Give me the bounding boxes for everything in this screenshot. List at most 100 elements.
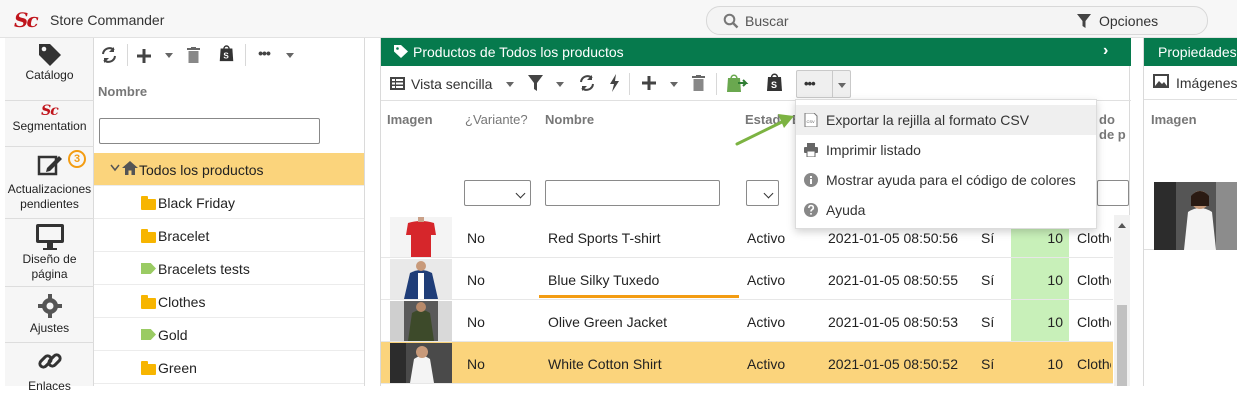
tree-item-root[interactable]: Todos los productos [94, 153, 364, 186]
nav-links[interactable]: Enlaces [5, 342, 94, 393]
search-placeholder[interactable]: Buscar [745, 13, 789, 29]
more-options-icon[interactable]: ••• [254, 44, 274, 62]
tag-icon [394, 45, 408, 58]
scroll-up-icon[interactable] [1118, 223, 1126, 228]
table-row[interactable]: No White Cotton Shirt Activo 2021-01-05 … [381, 342, 1113, 384]
variant-cell: No [467, 356, 485, 372]
table-row[interactable]: No Olive Green Jacket Activo 2021-01-05 … [381, 300, 1113, 342]
shopify-export-icon[interactable] [726, 73, 750, 93]
trash-icon[interactable] [187, 46, 200, 64]
chevron-down-icon[interactable] [670, 82, 678, 87]
nav-catalog-label: Catálogo [25, 68, 74, 82]
product-image[interactable] [1154, 182, 1237, 250]
status-filter-select[interactable] [746, 180, 779, 206]
more-options-button[interactable]: ••• [796, 70, 851, 98]
extra-filter-input[interactable] [1097, 180, 1129, 206]
menu-item-label: Exportar la rejilla al formato CSV [826, 112, 1030, 128]
filter-icon[interactable] [528, 75, 543, 91]
variant-cell: No [467, 230, 485, 246]
nav-settings-label: Ajustes [29, 321, 70, 335]
name-cell: White Cotton Shirt [548, 356, 662, 372]
category-cell: Clothes [1077, 272, 1111, 288]
category-cell: Clothes [1077, 314, 1111, 330]
scrollbar-thumb[interactable] [1117, 305, 1127, 386]
products-panel-header: Productos de Todos los productos › [381, 38, 1131, 66]
menu-item-label: Mostrar ayuda para el código de colores [826, 172, 1076, 188]
tree-item-label: Green [158, 360, 197, 376]
tab-images[interactable]: Imágenes [1176, 75, 1237, 91]
tree-item-green[interactable]: Green [94, 351, 364, 384]
tree-column-header: Nombre [98, 84, 148, 99]
name-filter-input[interactable] [545, 180, 720, 206]
column-header-image[interactable]: Imagen [1151, 112, 1197, 127]
toolbar-divider [127, 44, 128, 66]
date-cell: 2021-01-05 08:50:56 [828, 230, 958, 246]
column-header-name[interactable]: Nombre [545, 112, 594, 127]
column-header-image[interactable]: Imagen [387, 112, 433, 127]
product-image [390, 343, 452, 383]
table-row[interactable]: No Blue Silky Tuxedo Activo 2021-01-05 0… [381, 258, 1113, 300]
tree-item-clothes[interactable]: Clothes [94, 285, 364, 318]
tree-item-bracelets-tests[interactable]: Bracelets tests [94, 252, 364, 285]
filter-icon [1077, 14, 1091, 28]
column-header-variant[interactable]: ¿Variante? [465, 112, 528, 127]
menu-item-export-csv[interactable]: CSV Exportar la rejilla al formato CSV [796, 105, 1096, 135]
edit-icon [37, 155, 62, 176]
quantity-cell: 10 [1011, 300, 1069, 341]
nav-page-design[interactable]: Diseño de página [5, 218, 94, 284]
add-icon[interactable] [642, 76, 656, 90]
folder-icon [141, 196, 156, 210]
nav-pending-updates[interactable]: 3 Actualizaciones pendientes [5, 146, 94, 216]
quantity-value: 10 [1047, 272, 1063, 288]
nav-catalog[interactable]: Catálogo [5, 42, 94, 83]
chevron-down-icon[interactable] [110, 164, 120, 172]
variant-filter-select[interactable] [464, 180, 531, 206]
chevron-down-icon[interactable] [286, 53, 294, 58]
refresh-icon[interactable] [579, 75, 595, 91]
home-icon [122, 161, 138, 175]
tree-filter-input[interactable] [99, 118, 320, 144]
chevron-down-icon[interactable] [556, 82, 564, 87]
nav-segmentation-label: Segmentation [12, 119, 87, 133]
tag-green-icon [141, 263, 156, 274]
folder-icon [141, 295, 156, 309]
nav-page-design-label: Diseño de página [22, 252, 77, 281]
column-header-partial[interactable]: do de p [1099, 112, 1129, 142]
shopify-bag-icon[interactable]: S [218, 44, 235, 62]
tree-item-label: Bracelet [158, 228, 210, 244]
nav-settings[interactable]: Ajustes [5, 286, 94, 341]
tree-item-black-friday[interactable]: Black Friday [94, 186, 364, 219]
tree-item-label: Todos los productos [139, 162, 264, 178]
lightning-icon[interactable] [609, 74, 620, 92]
active-cell: Sí [981, 356, 995, 372]
view-selector[interactable]: Vista sencilla [411, 76, 492, 92]
category-cell: Clothes [1077, 230, 1111, 246]
trash-icon[interactable] [692, 75, 705, 91]
status-cell: Activo [747, 356, 786, 372]
refresh-icon[interactable] [101, 46, 117, 64]
app-logo[interactable]: Sc [14, 8, 39, 32]
search-box[interactable]: Buscar Opciones [706, 6, 1208, 35]
chevron-down-icon[interactable] [165, 53, 173, 58]
shopify-bag-icon[interactable]: S [766, 72, 783, 92]
name-cell-underline [539, 295, 739, 298]
date-cell: 2021-01-05 08:50:52 [828, 356, 958, 372]
tag-icon [38, 44, 61, 66]
menu-item-help[interactable]: Ayuda [796, 195, 1096, 225]
quantity-value: 10 [1047, 230, 1063, 246]
menu-item-color-help[interactable]: Mostrar ayuda para el código de colores [796, 165, 1096, 195]
chevron-down-icon[interactable] [838, 83, 846, 88]
add-icon[interactable] [137, 47, 151, 65]
menu-item-print[interactable]: Imprimir listado [796, 135, 1096, 165]
date-cell: 2021-01-05 08:50:55 [828, 272, 958, 288]
chevron-right-icon[interactable]: › [1103, 42, 1108, 60]
options-button[interactable]: Opciones [1099, 13, 1158, 29]
chevron-down-icon[interactable] [506, 82, 514, 87]
status-cell: Activo [747, 314, 786, 330]
nav-segmentation[interactable]: Sc Segmentation [5, 100, 94, 144]
tree-item-bracelet[interactable]: Bracelet [94, 219, 364, 252]
chevron-down-icon [515, 188, 526, 199]
grid-scrollbar[interactable] [1114, 215, 1130, 386]
tree-item-gold[interactable]: Gold [94, 318, 364, 351]
nav-links-label: Enlaces [28, 379, 71, 393]
